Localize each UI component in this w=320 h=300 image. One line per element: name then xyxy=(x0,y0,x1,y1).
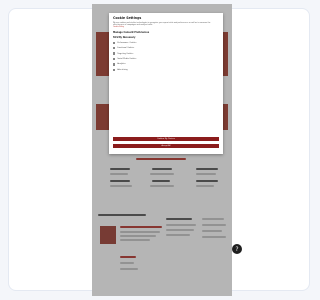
cookie-option-label: Targeting Cookies xyxy=(117,52,134,55)
cookie-policy-link[interactable]: Cookie Policy xyxy=(113,26,219,28)
modal-title: Cookie Settings xyxy=(113,16,142,20)
cookie-consent-modal: Cookie Settings We use cookies and simil… xyxy=(109,13,223,154)
cookie-option-label: Performance Cookies xyxy=(117,41,137,44)
cookie-option-label: Social Media Cookies xyxy=(117,57,137,60)
accept-all-button[interactable]: Accept All xyxy=(113,144,219,148)
checkbox[interactable] xyxy=(113,68,116,71)
cookie-option[interactable]: Performance Cookies xyxy=(113,41,219,44)
help-icon[interactable]: ? xyxy=(232,244,242,254)
cookie-option-label: Functional Cookies xyxy=(117,47,135,50)
checkbox[interactable] xyxy=(113,41,116,44)
checkbox[interactable] xyxy=(113,52,116,55)
cookie-option[interactable]: Analytics xyxy=(113,63,219,66)
cookie-option[interactable]: Functional Cookies xyxy=(113,47,219,50)
cookie-option[interactable]: Advertising xyxy=(113,68,219,71)
cookie-option[interactable]: Social Media Cookies xyxy=(113,57,219,61)
manage-consent-heading: Manage Consent Preferences xyxy=(113,30,150,34)
phone-screen: Cookie Settings We use cookies and simil… xyxy=(92,4,232,296)
confirm-choices-button[interactable]: Confirm My Choices xyxy=(113,137,219,141)
cookie-option-label: Analytics xyxy=(117,63,126,66)
cookie-option-label: Advertising xyxy=(117,68,128,71)
strictly-necessary-heading: Strictly Necessary xyxy=(113,35,136,39)
checkbox[interactable] xyxy=(113,47,116,50)
checkbox[interactable] xyxy=(113,57,116,61)
cookie-option[interactable]: Targeting Cookies xyxy=(113,52,219,55)
checkbox[interactable] xyxy=(113,63,116,66)
